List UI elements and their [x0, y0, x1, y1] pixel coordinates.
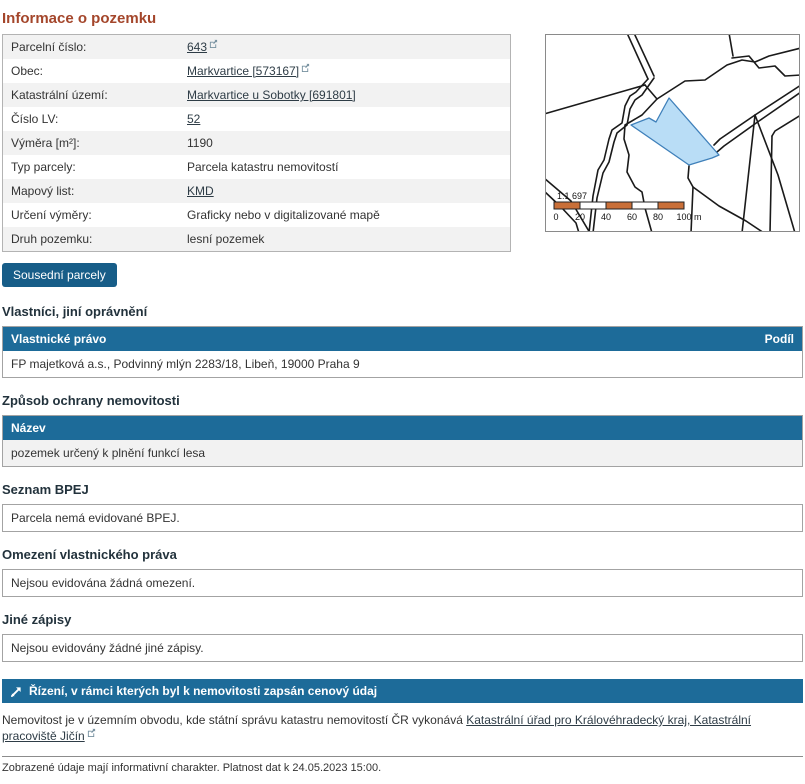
map-sheet-link[interactable]: KMD: [187, 184, 214, 198]
table-row: Katastrální území: Markvartice u Sobotky…: [3, 83, 511, 107]
bpej-heading: Seznam BPEJ: [2, 482, 803, 497]
row-label: Obec:: [3, 59, 180, 83]
table-row: Parcelní číslo: 643: [3, 35, 511, 60]
protection-table: Název pozemek určený k plnění funkcí les…: [2, 415, 803, 467]
row-label: Číslo LV:: [3, 107, 180, 131]
protection-heading: Způsob ochrany nemovitosti: [2, 393, 803, 408]
scale-tick-label: 20: [575, 212, 585, 222]
other-records-heading: Jiné zápisy: [2, 612, 803, 627]
cadastral-map-preview[interactable]: 1:1 697 0 20 40 60 80 100 m: [545, 34, 800, 232]
cadastral-area-link[interactable]: Markvartice u Sobotky [691801]: [187, 88, 356, 102]
parcel-number-link[interactable]: 643: [187, 40, 207, 54]
footer-note: Zobrazené údaje mají informativní charak…: [2, 762, 803, 784]
owners-heading: Vlastníci, jiní oprávnění: [2, 304, 803, 319]
neighboring-parcels-button[interactable]: Sousední parcely: [2, 263, 117, 287]
owners-col-share: Podíl: [713, 327, 802, 352]
table-row: Číslo LV: 52: [3, 107, 511, 131]
external-link-icon: [301, 61, 310, 75]
row-label: Parcelní číslo:: [3, 35, 180, 60]
parcel-info-section: Parcelní číslo: 643 Obec: Markvartice [5…: [2, 34, 803, 252]
scale-tick-label: 60: [627, 212, 637, 222]
diagonal-arrow-icon: [11, 686, 22, 697]
jurisdiction-prefix: Nemovitost je v územním obvodu, kde stát…: [2, 713, 466, 727]
restrictions-message: Nejsou evidována žádná omezení.: [2, 569, 803, 597]
scale-ratio-label: 1:1 697: [557, 191, 587, 201]
jurisdiction-text: Nemovitost je v územním obvodu, kde stát…: [2, 712, 803, 744]
map-scale: 1:1 697 0 20 40 60 80 100 m: [553, 191, 701, 222]
table-row: Typ parcely: Parcela katastru nemovitost…: [3, 155, 511, 179]
table-row: pozemek určený k plnění funkcí lesa: [3, 440, 803, 467]
highlighted-parcel: [631, 98, 719, 165]
row-label: Mapový list:: [3, 179, 180, 203]
scale-tick-label: 80: [653, 212, 663, 222]
scale-tick-label: 100 m: [676, 212, 701, 222]
table-row: FP majetková a.s., Podvinný mlýn 2283/18…: [3, 351, 803, 378]
scale-tick-label: 0: [553, 212, 558, 222]
external-link-icon: [87, 725, 96, 741]
owners-col-right: Vlastnické právo: [3, 327, 714, 352]
row-label: Určení výměry:: [3, 203, 180, 227]
row-value: Parcela katastru nemovitostí: [179, 155, 511, 179]
owner-name: FP majetková a.s., Podvinný mlýn 2283/18…: [3, 351, 714, 378]
row-label: Druh pozemku:: [3, 227, 180, 252]
restrictions-heading: Omezení vlastnického práva: [2, 547, 803, 562]
page-title: Informace o pozemku: [2, 10, 803, 27]
row-value: lesní pozemek: [179, 227, 511, 252]
table-row: Druh pozemku: lesní pozemek: [3, 227, 511, 252]
bpej-message: Parcela nemá evidované BPEJ.: [2, 504, 803, 532]
footer-divider: [2, 756, 803, 757]
table-row: Obec: Markvartice [573167]: [3, 59, 511, 83]
scale-tick-label: 40: [601, 212, 611, 222]
other-records-message: Nejsou evidovány žádné jiné zápisy.: [2, 634, 803, 662]
price-data-proceedings-banner[interactable]: Řízení, v rámci kterých byl k nemovitost…: [2, 679, 803, 703]
page: Informace o pozemku Parcelní číslo: 643 …: [2, 10, 803, 784]
row-value: Graficky nebo v digitalizované mapě: [179, 203, 511, 227]
protection-name: pozemek určený k plnění funkcí lesa: [3, 440, 803, 467]
cadastral-map-image: 1:1 697 0 20 40 60 80 100 m: [546, 35, 799, 231]
table-row: Výměra [m²]: 1190: [3, 131, 511, 155]
owners-table: Vlastnické právo Podíl FP majetková a.s.…: [2, 326, 803, 378]
municipality-link[interactable]: Markvartice [573167]: [187, 64, 299, 78]
banner-label: Řízení, v rámci kterých byl k nemovitost…: [29, 684, 377, 698]
table-row: Určení výměry: Graficky nebo v digitaliz…: [3, 203, 511, 227]
row-label: Katastrální území:: [3, 83, 180, 107]
row-label: Výměra [m²]:: [3, 131, 180, 155]
row-value: 1190: [179, 131, 511, 155]
parcel-info-table: Parcelní číslo: 643 Obec: Markvartice [5…: [2, 34, 511, 252]
lv-number-link[interactable]: 52: [187, 112, 200, 126]
external-link-icon: [209, 37, 218, 51]
row-label: Typ parcely:: [3, 155, 180, 179]
owner-share: [713, 351, 802, 378]
protection-col-name: Název: [3, 416, 803, 441]
table-row: Mapový list: KMD: [3, 179, 511, 203]
